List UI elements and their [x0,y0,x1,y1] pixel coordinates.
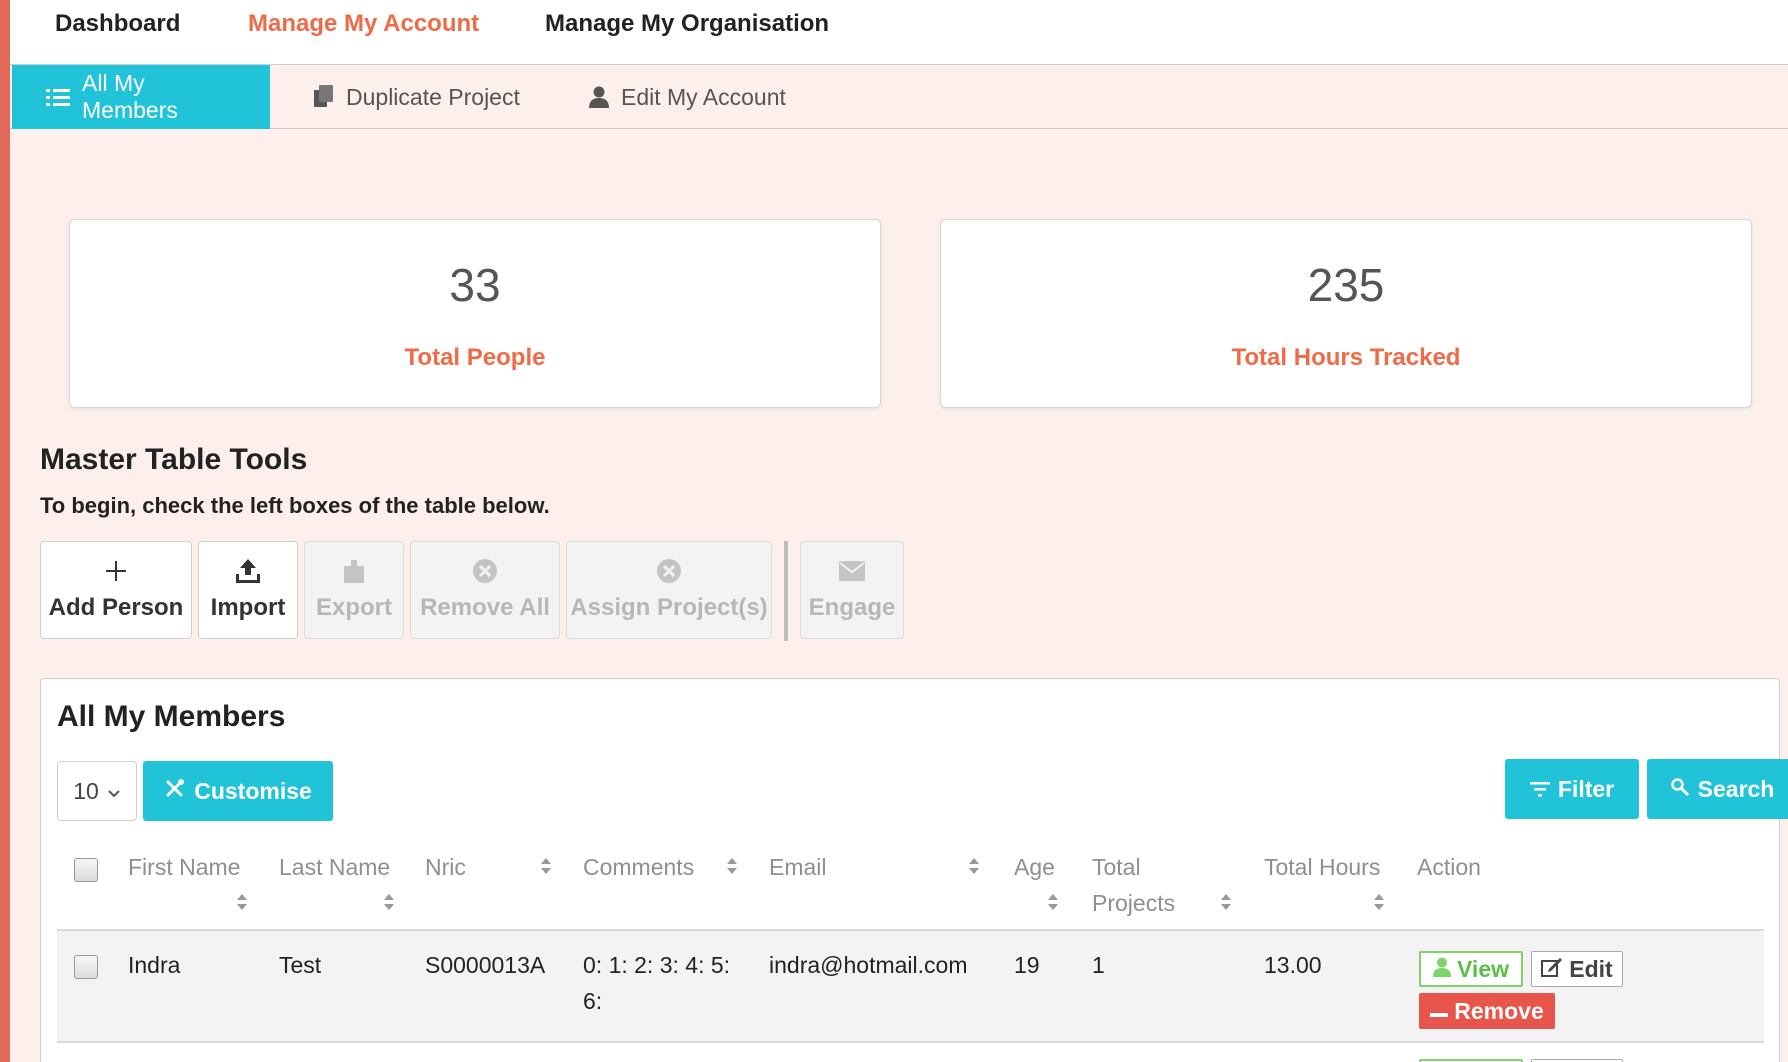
plus-icon [41,556,191,586]
customise-button[interactable]: Customise [143,761,333,821]
sort-icon[interactable] [383,893,395,911]
col-action: Action [1417,854,1481,880]
col-last-name[interactable]: Last Name [279,849,390,885]
list-icon [46,87,70,107]
close-circle-icon [567,556,771,586]
col-total-hours[interactable]: Total Hours [1264,849,1380,885]
sub-navigation: All My Members Duplicate Project Edit My… [10,65,1788,129]
col-comments[interactable]: Comments [583,849,694,885]
chevron-down-icon [107,778,121,805]
left-edge-strip [0,0,10,1062]
edit-icon [1541,956,1563,983]
tools-icon [164,777,186,805]
cell-nric: S0000013A [425,952,546,978]
col-age[interactable]: Age [1014,849,1055,885]
assign-projects-button[interactable]: Assign Project(s) [566,541,772,639]
tab-duplicate-project[interactable]: Duplicate Project [280,65,554,129]
nav-manage-my-account[interactable]: Manage My Account [248,10,479,38]
cell-comments: 0: 1: 2: 3: 4: 5: 6: [583,952,731,1014]
sort-icon[interactable] [236,893,248,911]
cell-email: indra@hotmail.com [769,952,968,978]
sort-icon[interactable] [726,857,738,875]
export-icon [305,556,403,586]
cell-first-name: Indra [128,952,181,978]
tools-title: Master Table Tools [40,443,308,476]
copy-icon [314,85,334,109]
col-total-projects[interactable]: Total Projects [1092,849,1192,921]
sort-icon[interactable] [1047,893,1059,911]
envelope-icon [801,556,903,586]
cell-last-name: Test [279,952,322,978]
edit-button[interactable]: Edit [1531,951,1623,987]
members-panel: All My Members 10 Customise Filter Searc… [40,678,1788,1062]
nav-dashboard[interactable]: Dashboard [55,10,180,38]
page-size-select[interactable]: 10 [57,761,137,821]
stat-card-total-hours: 235 Total Hours Tracked [940,219,1752,408]
tools-subtitle: To begin, check the left boxes of the ta… [40,493,550,518]
cell-total-hours: 13.00 [1264,952,1322,978]
total-hours-value: 235 [1307,259,1385,311]
tab-all-my-members[interactable]: All My Members [12,65,270,129]
top-navigation: Dashboard Manage My Account Manage My Or… [10,0,1788,65]
tab-label: Edit My Account [621,83,786,110]
user-icon [1433,956,1451,983]
remove-all-button[interactable]: Remove All [410,541,560,639]
tools-divider [784,541,788,641]
cell-total-projects: 1 [1092,952,1105,978]
minus-icon [1430,998,1449,1025]
view-button[interactable]: View [1419,951,1523,987]
total-hours-label: Total Hours Tracked [1231,344,1461,371]
sort-icon[interactable] [1373,893,1385,911]
sort-icon[interactable] [1220,893,1232,911]
col-first-name[interactable]: First Name [128,849,240,885]
import-button[interactable]: Import [198,541,298,639]
export-button[interactable]: Export [304,541,404,639]
remove-button[interactable]: Remove [1419,993,1555,1029]
tab-label: Duplicate Project [346,83,520,110]
total-people-label: Total People [404,344,546,371]
engage-button[interactable]: Engage [800,541,904,639]
sort-icon[interactable] [968,857,980,875]
filter-button[interactable]: Filter [1505,759,1639,819]
cell-age: 19 [1014,952,1040,978]
nav-manage-my-organisation[interactable]: Manage My Organisation [545,10,829,38]
close-circle-icon [411,556,559,586]
tab-label: All My Members [82,70,178,123]
sort-icon[interactable] [540,857,552,875]
col-email[interactable]: Email [769,849,969,885]
add-person-button[interactable]: Add Person [40,541,192,639]
stat-card-total-people: 33 Total People [69,219,881,408]
total-people-value: 33 [449,259,501,311]
table-row-divider [57,1041,1764,1043]
col-nric[interactable]: Nric [425,849,466,885]
search-icon [1670,776,1690,803]
search-button[interactable]: Search [1647,759,1788,819]
select-all-checkbox[interactable] [74,858,98,882]
upload-icon [199,556,297,586]
row-checkbox[interactable] [74,955,98,979]
user-icon [589,86,609,108]
members-title: All My Members [57,700,286,733]
tab-edit-my-account[interactable]: Edit My Account [555,65,820,129]
filter-icon [1529,776,1550,803]
